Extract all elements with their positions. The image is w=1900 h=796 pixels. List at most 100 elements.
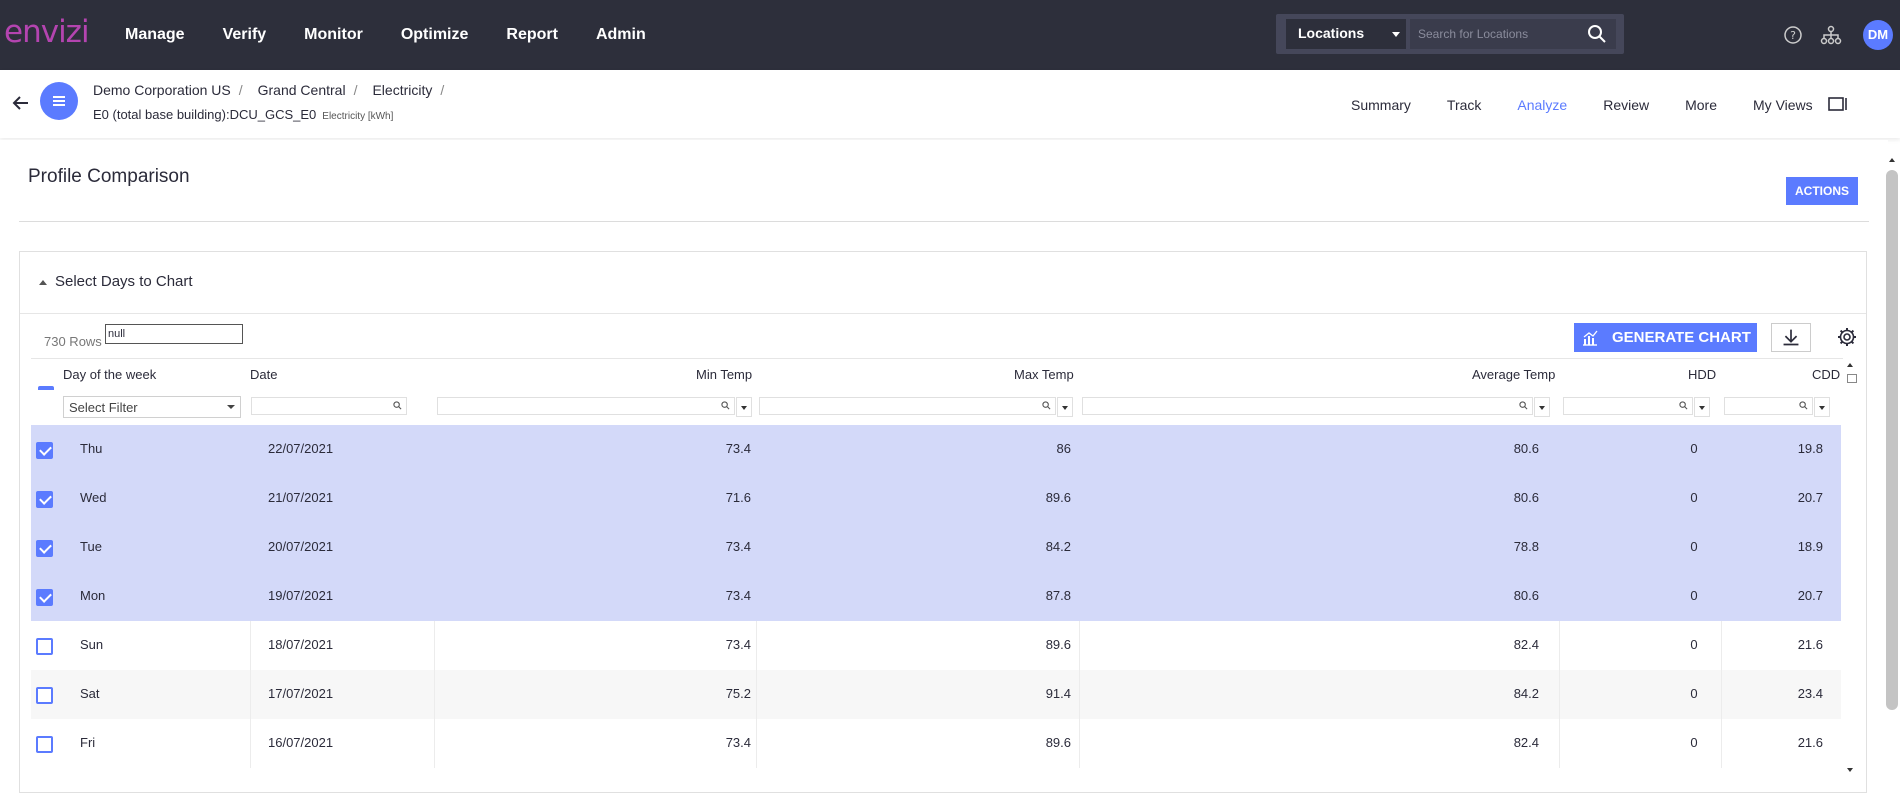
breadcrumb-separator: / (238, 82, 243, 98)
download-button[interactable] (1771, 323, 1811, 352)
tab-my-views[interactable]: My Views (1753, 97, 1813, 113)
column-divider (1721, 670, 1722, 719)
row-checkbox[interactable] (36, 638, 53, 655)
grid-scrollbar-thumb[interactable] (1847, 374, 1857, 383)
average-temp-filter-input[interactable] (1082, 397, 1533, 415)
main-nav: Manage Verify Monitor Optimize Report Ad… (125, 0, 684, 70)
breadcrumb-item-location[interactable]: Grand Central (258, 82, 346, 98)
nav-admin[interactable]: Admin (596, 26, 646, 44)
table-row[interactable]: Thu 22/07/2021 73.4 86 80.6 0 19.8 (31, 425, 1841, 474)
hamburger-menu-button[interactable] (40, 82, 78, 120)
grid-scroll-up-icon[interactable] (1847, 363, 1853, 367)
table-row[interactable]: Fri 16/07/2021 73.4 89.6 82.4 0 21.6 (31, 719, 1841, 768)
row-checkbox[interactable] (36, 442, 53, 459)
page-scroll-up-icon[interactable] (1889, 158, 1895, 162)
column-header-cdd[interactable]: CDD (1812, 367, 1840, 382)
select-all-checkbox[interactable] (38, 386, 54, 390)
nav-verify[interactable]: Verify (223, 26, 267, 44)
column-divider (434, 621, 435, 670)
table-row[interactable]: Sun 18/07/2021 73.4 89.6 82.4 0 21.6 (31, 621, 1841, 670)
date-cell: 16/07/2021 (268, 735, 334, 750)
tab-track[interactable]: Track (1447, 97, 1481, 113)
column-divider (1079, 670, 1080, 719)
row-checkbox[interactable] (36, 540, 53, 557)
column-divider (434, 719, 435, 768)
column-divider (250, 719, 251, 768)
gear-icon[interactable] (1836, 326, 1858, 348)
nav-manage[interactable]: Manage (125, 26, 185, 44)
tab-analyze[interactable]: Analyze (1517, 97, 1567, 113)
column-divider (1721, 621, 1722, 670)
hdd-cell: 0 (1690, 441, 1698, 456)
row-checkbox[interactable] (36, 589, 53, 606)
tab-review[interactable]: Review (1603, 97, 1649, 113)
select-days-toggle[interactable]: Select Days to Chart (20, 252, 1866, 314)
value-input[interactable] (105, 324, 243, 344)
date-filter-input[interactable] (251, 397, 407, 415)
hdd-cell: 0 (1690, 490, 1698, 505)
table-row[interactable]: Sat 17/07/2021 75.2 91.4 84.2 0 23.4 (31, 670, 1841, 719)
column-header-average-temp[interactable]: Average Temp (1472, 367, 1555, 382)
max-temp-cell: 91.4 (1045, 686, 1071, 701)
breadcrumb-item-organization[interactable]: Demo Corporation US (93, 82, 231, 98)
generate-chart-button[interactable]: GENERATE CHART (1574, 323, 1757, 352)
page-scrollbar[interactable] (1886, 170, 1898, 710)
column-divider (434, 670, 435, 719)
cdd-cell: 23.4 (1797, 686, 1823, 701)
hdd-filter-input[interactable] (1563, 397, 1693, 415)
page-title: Profile Comparison (28, 166, 190, 187)
day-cell: Sat (80, 686, 100, 701)
row-checkbox[interactable] (36, 687, 53, 704)
grid-scroll-down-icon[interactable] (1847, 768, 1853, 772)
max-temp-filter-menu[interactable] (1057, 397, 1073, 417)
filter-search-icon (1799, 401, 1808, 410)
side-panel-icon[interactable] (1828, 96, 1848, 112)
tab-summary[interactable]: Summary (1351, 97, 1411, 113)
hdd-filter-menu[interactable] (1694, 397, 1710, 417)
day-filter-select[interactable]: Select Filter (63, 396, 241, 418)
user-avatar[interactable]: DM (1863, 20, 1893, 50)
row-checkbox[interactable] (36, 491, 53, 508)
cdd-filter-menu[interactable] (1814, 397, 1830, 417)
hierarchy-icon[interactable] (1820, 24, 1842, 46)
table-row[interactable]: Mon 19/07/2021 73.4 87.8 80.6 0 20.7 (31, 572, 1841, 621)
generate-chart-label: GENERATE CHART (1612, 329, 1751, 346)
column-header-min-temp[interactable]: Min Temp (696, 367, 752, 382)
column-divider (1079, 621, 1080, 670)
table-row[interactable]: Tue 20/07/2021 73.4 84.2 78.8 0 18.9 (31, 523, 1841, 572)
column-header-max-temp[interactable]: Max Temp (1014, 367, 1074, 382)
location-type-select[interactable]: Locations (1286, 19, 1406, 49)
envizi-logo[interactable]: envizi (4, 14, 90, 50)
column-divider (250, 670, 251, 719)
tab-more[interactable]: More (1685, 97, 1717, 113)
average-temp-filter-menu[interactable] (1534, 397, 1550, 417)
back-arrow-icon[interactable] (10, 92, 32, 114)
location-tabs: Summary Track Analyze Review More My Vie… (1351, 97, 1849, 113)
nav-optimize[interactable]: Optimize (401, 26, 469, 44)
max-temp-cell: 87.8 (1045, 588, 1071, 603)
rows-count: 730 Rows (44, 334, 102, 349)
min-temp-cell: 75.2 (725, 686, 751, 701)
max-temp-cell: 84.2 (1045, 539, 1071, 554)
max-temp-filter-input[interactable] (759, 397, 1056, 415)
min-temp-filter-menu[interactable] (736, 397, 752, 417)
breadcrumb-separator: / (353, 82, 358, 98)
row-checkbox[interactable] (36, 736, 53, 753)
column-header-date[interactable]: Date (250, 367, 277, 382)
column-divider (1559, 719, 1560, 768)
table-row[interactable]: Wed 21/07/2021 71.6 89.6 80.6 0 20.7 (31, 474, 1841, 523)
column-divider (250, 621, 251, 670)
location-header: Demo Corporation US / Grand Central / El… (0, 70, 1900, 138)
help-icon[interactable]: ? (1782, 24, 1804, 46)
search-icon[interactable] (1586, 23, 1608, 45)
nav-report[interactable]: Report (506, 26, 558, 44)
min-temp-filter-input[interactable] (437, 397, 735, 415)
cdd-filter-input[interactable] (1724, 397, 1813, 415)
nav-monitor[interactable]: Monitor (304, 26, 363, 44)
section-title: Select Days to Chart (55, 273, 193, 290)
column-header-day[interactable]: Day of the week (63, 367, 156, 382)
column-header-hdd[interactable]: HDD (1688, 367, 1716, 382)
breadcrumb-item-type[interactable]: Electricity (372, 82, 432, 98)
actions-button[interactable]: ACTIONS (1786, 177, 1858, 205)
day-cell: Thu (80, 441, 103, 456)
